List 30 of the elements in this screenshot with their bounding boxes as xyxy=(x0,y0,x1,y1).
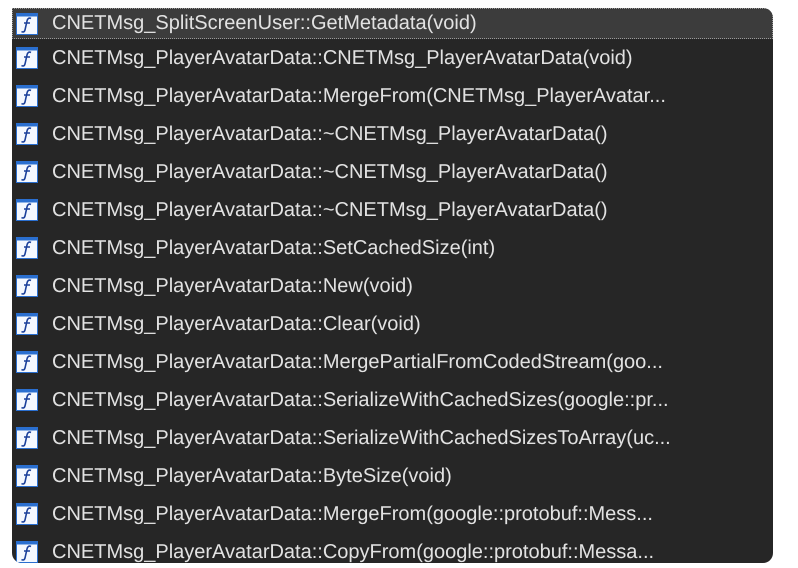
function-icon xyxy=(16,123,38,145)
function-item[interactable]: CNETMsg_PlayerAvatarData::SerializeWithCachedSizes(google::pr... xyxy=(12,381,773,419)
function-item[interactable]: CNETMsg_PlayerAvatarData::CNETMsg_PlayerAvatarData(void) xyxy=(12,39,773,77)
function-item[interactable]: CNETMsg_PlayerAvatarData::MergeFrom(CNETMsg_PlayerAvatar... xyxy=(12,77,773,115)
function-icon xyxy=(16,541,38,563)
function-icon xyxy=(16,237,38,259)
function-icon xyxy=(16,12,38,34)
function-item[interactable]: CNETMsg_PlayerAvatarData::~CNETMsg_PlayerAvatarData() xyxy=(12,115,773,153)
function-icon xyxy=(16,313,38,335)
function-item[interactable]: CNETMsg_PlayerAvatarData::New(void) xyxy=(12,267,773,305)
function-icon xyxy=(16,161,38,183)
function-icon xyxy=(16,351,38,373)
function-icon xyxy=(16,199,38,221)
function-icon xyxy=(16,389,38,411)
function-icon xyxy=(16,47,38,69)
function-item[interactable]: CNETMsg_PlayerAvatarData::SetCachedSize(int) xyxy=(12,229,773,267)
function-icon xyxy=(16,427,38,449)
function-icon xyxy=(16,503,38,525)
function-item[interactable]: CNETMsg_PlayerAvatarData::MergeFrom(google::protobuf::Mess... xyxy=(12,495,773,533)
function-icon xyxy=(16,465,38,487)
function-item[interactable]: CNETMsg_PlayerAvatarData::Clear(void) xyxy=(12,305,773,343)
function-icon xyxy=(16,275,38,297)
function-item[interactable]: CNETMsg_PlayerAvatarData::SerializeWithCachedSizesToArray(uc... xyxy=(12,419,773,457)
function-item[interactable]: CNETMsg_SplitScreenUser::GetMetadata(void) xyxy=(12,8,773,39)
function-item[interactable]: CNETMsg_PlayerAvatarData::MergePartialFromCodedStream(goo... xyxy=(12,343,773,381)
function-item[interactable]: CNETMsg_PlayerAvatarData::~CNETMsg_PlayerAvatarData() xyxy=(12,153,773,191)
function-item[interactable]: CNETMsg_PlayerAvatarData::CopyFrom(google::protobuf::Messa... xyxy=(12,533,773,563)
function-item[interactable]: CNETMsg_PlayerAvatarData::~CNETMsg_PlayerAvatarData() xyxy=(12,191,773,229)
function-item[interactable]: CNETMsg_PlayerAvatarData::ByteSize(void) xyxy=(12,457,773,495)
function-icon xyxy=(16,85,38,107)
